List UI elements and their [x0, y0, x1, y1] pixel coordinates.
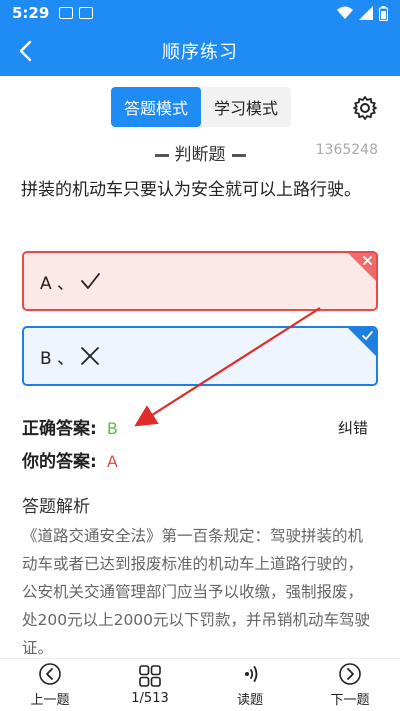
battery-icon — [379, 5, 388, 21]
question-id: 1365248 — [315, 142, 378, 158]
check-icon — [362, 331, 373, 340]
prev-question-button[interactable]: 上一题 — [0, 659, 100, 711]
app-bar: 顺序练习 — [0, 26, 400, 76]
progress-counter: 1/513 — [131, 691, 169, 706]
image-notification-icon — [59, 7, 74, 19]
check-icon — [81, 273, 100, 289]
your-answer-row: 你的答案: A — [22, 447, 118, 472]
your-answer-separator: : — [90, 452, 97, 472]
app-notification-icon — [79, 7, 94, 19]
prev-question-label: 上一题 — [30, 693, 70, 708]
read-question-button[interactable]: 读题 — [200, 659, 300, 711]
chevron-left-icon — [19, 40, 32, 62]
signal-icon — [359, 6, 373, 20]
analysis-text: 《道路交通安全法》第一百条规定：驾驶拼装的机动车或者已达到报废标准的机动车上道路… — [22, 527, 371, 657]
your-answer-value: A — [106, 452, 118, 471]
option-a-label: A 、 — [40, 273, 75, 294]
mode-switch: 答题模式 学习模式 — [111, 87, 291, 127]
option-b[interactable]: B 、 — [22, 326, 378, 386]
tab-answer-mode[interactable]: 答题模式 — [111, 87, 201, 127]
analysis-title: 答题解析 — [22, 497, 90, 517]
wifi-icon — [337, 6, 353, 19]
chevron-left-circle-icon — [39, 663, 61, 685]
status-bar: 5:29 — [0, 0, 400, 26]
next-question-button[interactable]: 下一题 — [300, 659, 400, 711]
correct-answer-row: 正确答案: B — [22, 414, 118, 439]
gear-icon[interactable] — [352, 95, 378, 121]
dash-left — [154, 153, 169, 157]
correct-answer-label: 正确答案 — [22, 419, 90, 439]
grid-icon — [139, 665, 161, 687]
chevron-right-circle-icon — [339, 663, 361, 685]
correct-answer-value: B — [106, 419, 118, 438]
question-card: 判断题 1365248 拼装的机动车只要认为安全就可以上路行驶。 A 、 B 、… — [10, 138, 390, 658]
next-question-label: 下一题 — [330, 693, 370, 708]
speaker-wave-icon — [245, 666, 258, 682]
question-type-label: 判断题 — [174, 145, 226, 165]
page-title: 顺序练习 — [162, 42, 238, 63]
tab-study-mode[interactable]: 学习模式 — [201, 87, 291, 127]
close-icon — [363, 256, 372, 265]
cross-icon — [81, 347, 99, 365]
read-question-label: 读题 — [236, 693, 263, 708]
your-answer-label: 你的答案 — [22, 452, 90, 472]
question-grid-button[interactable]: 1/513 — [100, 659, 200, 711]
back-button[interactable] — [12, 38, 38, 64]
status-time: 5:29 — [12, 4, 50, 22]
question-text: 拼装的机动车只要认为安全就可以上路行驶。 — [21, 180, 361, 200]
option-b-label: B 、 — [40, 348, 75, 369]
dash-right — [231, 153, 246, 157]
mode-bar: 答题模式 学习模式 — [0, 76, 400, 138]
report-error-button[interactable]: 纠错 — [338, 417, 368, 438]
bottom-nav: 上一题 1/513 读题 下一题 — [0, 658, 400, 711]
correct-answer-separator: : — [90, 419, 97, 439]
option-a[interactable]: A 、 — [22, 251, 378, 311]
